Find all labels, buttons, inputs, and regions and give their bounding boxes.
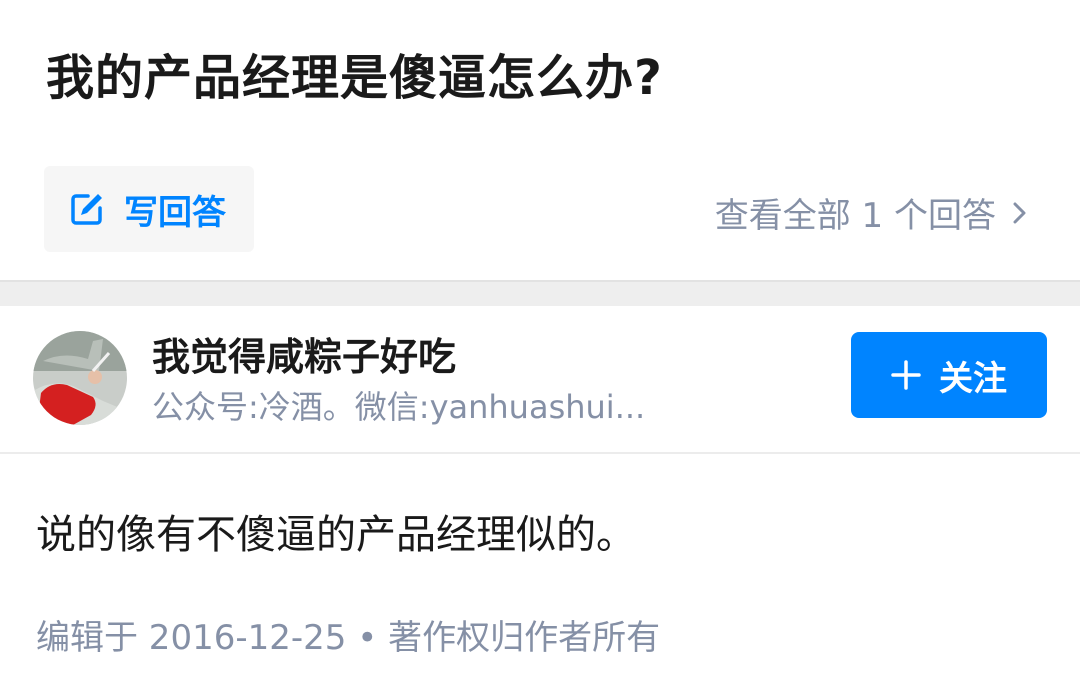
- view-all-answers-label: 查看全部 1 个回答: [714, 196, 996, 236]
- write-answer-label: 写回答: [124, 192, 226, 233]
- avatar-image: [33, 331, 127, 425]
- follow-button[interactable]: 关注: [851, 332, 1047, 418]
- question-title[interactable]: 我的产品经理是傻逼怎么办?: [46, 38, 663, 108]
- write-answer-button[interactable]: 写回答: [44, 166, 254, 252]
- answer-author-bar: 我觉得咸粽子好吃 公众号:冷酒。微信:yanhuashui... 关注: [0, 304, 1080, 454]
- follow-label: 关注: [939, 358, 1007, 399]
- question-header: 我的产品经理是傻逼怎么办? 写回答 查看全部 1 个回答: [0, 0, 1080, 280]
- answer-meta: 编辑于 2016-12-25 • 著作权归作者所有: [36, 618, 661, 658]
- section-divider: [0, 280, 1080, 306]
- avatar[interactable]: [33, 331, 127, 425]
- view-all-answers-link[interactable]: 查看全部 1 个回答: [715, 188, 1028, 237]
- answer-content[interactable]: 说的像有不傻逼的产品经理似的。: [36, 502, 636, 560]
- plus-icon: [891, 360, 921, 390]
- author-bio: 公众号:冷酒。微信:yanhuashui...: [152, 388, 646, 426]
- edit-icon: [71, 194, 102, 225]
- author-name[interactable]: 我觉得咸粽子好吃: [152, 326, 456, 381]
- chevron-right-icon: [1013, 202, 1026, 223]
